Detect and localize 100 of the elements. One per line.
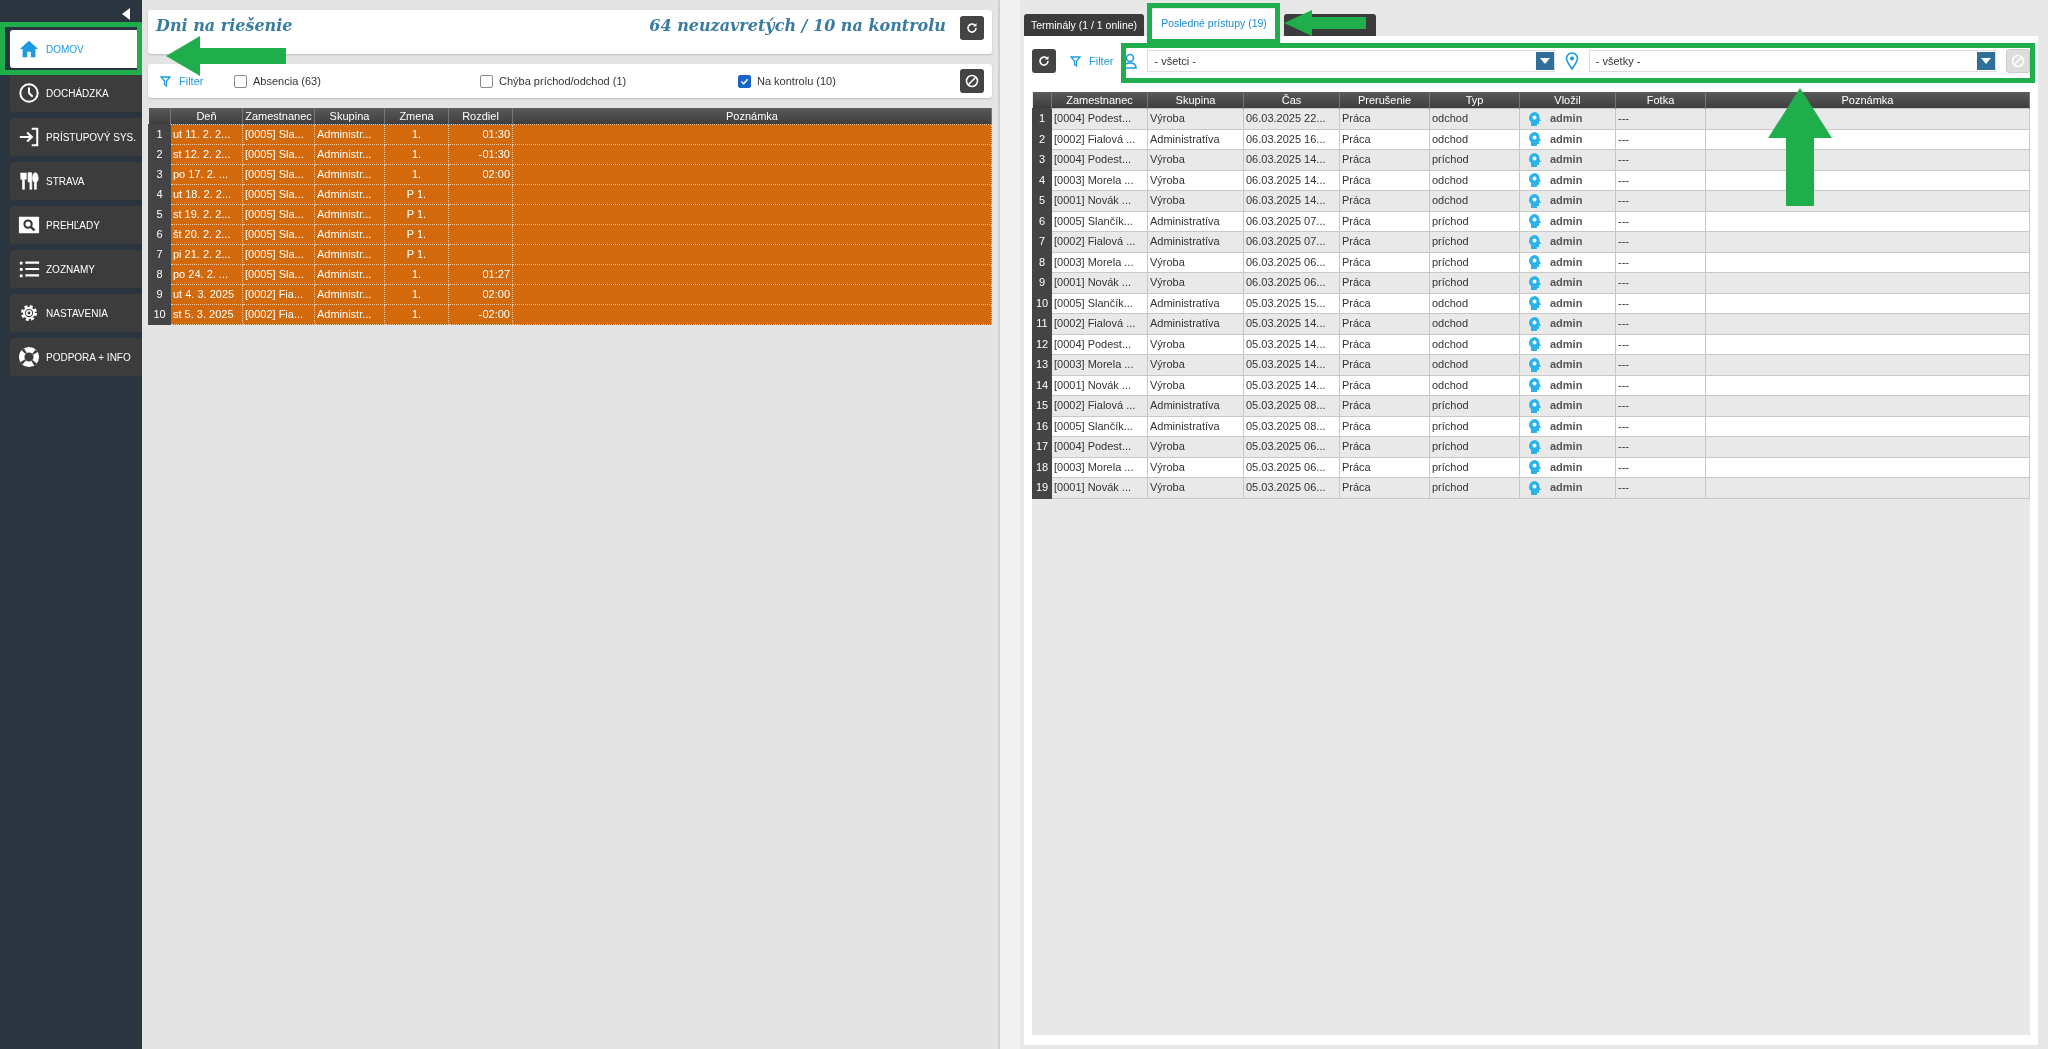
filter-label: Filter: [1089, 55, 1114, 67]
head-icon: [1528, 151, 1542, 168]
table-cell: admin: [1522, 192, 1613, 210]
table-cell: Práca: [1339, 108, 1430, 129]
row-number: 8: [155, 267, 164, 281]
checkbox[interactable]: [738, 74, 751, 88]
table-cell: admin: [1522, 294, 1613, 312]
sidebar-item[interactable]: DOCHÁDZKA: [10, 74, 142, 112]
tab[interactable]: Posledné prístupy (19): [1152, 9, 1276, 36]
checkbox[interactable]: [480, 74, 493, 88]
table-cell: admin: [1522, 397, 1613, 415]
table-cell: admin: [1522, 274, 1613, 292]
table-cell: admin: [1522, 335, 1613, 353]
table-cell: admin: [1522, 376, 1613, 394]
filter-label: Filter: [179, 75, 204, 87]
filter-icon: [1070, 55, 1081, 67]
caret-icon: [1539, 58, 1550, 64]
row-number: 9: [155, 287, 164, 301]
table-cell: odchod: [1429, 108, 1520, 129]
location-pin-icon: [1564, 52, 1579, 70]
column-header[interactable]: Vložil: [1519, 92, 1616, 109]
gear-icon: [18, 302, 40, 324]
column-header[interactable]: Čas: [1243, 92, 1340, 109]
employee-select[interactable]: - všetci -: [1147, 50, 1555, 72]
column-header[interactable]: Prerušenie: [1339, 92, 1430, 109]
refresh-button[interactable]: [960, 16, 984, 40]
table-cell: admin: [1522, 253, 1613, 271]
table-cell: admin: [1522, 438, 1613, 456]
column-header[interactable]: Fotka: [1615, 92, 1706, 109]
table-cell: admin: [1522, 110, 1613, 128]
row-number: 10: [152, 307, 167, 321]
enter-icon: [18, 126, 40, 148]
caret-icon: [1981, 58, 1991, 64]
row-number: 6: [155, 227, 164, 241]
refresh-icon: [1038, 55, 1050, 67]
summary-text: 64 neuzavretých / 10 na kontrolu: [649, 16, 946, 35]
lifebuoy-icon: [18, 346, 40, 368]
table-cell: ---: [1615, 108, 1706, 129]
column-header[interactable]: Skupina: [314, 108, 385, 125]
table-cell: admin: [1522, 151, 1613, 169]
column-header[interactable]: Zamestnanec: [242, 108, 315, 125]
clock-icon: [18, 82, 40, 104]
checkbox[interactable]: [234, 74, 247, 88]
filter-icon: [160, 75, 171, 87]
home-icon: [18, 38, 40, 60]
column-header[interactable]: Typ: [1429, 92, 1520, 109]
table-cell: [0004] Podest...: [1051, 108, 1148, 129]
row-number: 5: [155, 207, 164, 221]
prohibited-icon: [965, 74, 979, 88]
row-number: 4: [155, 187, 164, 201]
head-icon: [1528, 479, 1542, 496]
clear-filter-button[interactable]: [960, 69, 984, 93]
table-cell: admin: [1522, 458, 1613, 476]
filter-checkbox[interactable]: Na kontrolu (10): [738, 74, 960, 88]
panel-title: Dni na riešenie: [156, 16, 294, 35]
column-header[interactable]: Poznámka: [512, 108, 992, 125]
head-icon: [1528, 438, 1542, 455]
column-header[interactable]: Zmena: [384, 108, 449, 125]
check-icon: [740, 76, 749, 86]
table-cell: 06.03.2025 22...: [1243, 108, 1340, 129]
filter-checkbox[interactable]: Absencia (63): [234, 74, 480, 88]
table-cell: admin: [1522, 171, 1613, 189]
row-number: 7: [155, 247, 164, 261]
table-cell: admin: [1522, 479, 1613, 497]
tab[interactable]: Terminály (1 / 1 online): [1024, 14, 1144, 36]
list-icon: [18, 258, 40, 280]
column-header[interactable]: Zamestnanec: [1051, 92, 1148, 109]
location-select[interactable]: - všetky -: [1588, 50, 1996, 72]
table-cell: admin: [1522, 356, 1613, 374]
head-icon: [1528, 233, 1542, 250]
column-header[interactable]: Deň: [170, 108, 243, 125]
head-icon: [1528, 356, 1542, 373]
sidebar-item[interactable]: STRAVA: [10, 162, 142, 200]
sidebar-item[interactable]: PRÍSTUPOVÝ SYS.: [10, 118, 142, 156]
head-icon: [1528, 274, 1542, 291]
refresh-button[interactable]: [1032, 49, 1056, 73]
head-icon: [1528, 397, 1542, 414]
row-number: 2: [155, 147, 164, 161]
cutlery-icon: [18, 170, 40, 192]
head-icon: [1528, 315, 1542, 332]
column-header[interactable]: Skupina: [1147, 92, 1244, 109]
column-header[interactable]: Poznámka: [1705, 92, 2030, 109]
table-cell: admin: [1522, 233, 1613, 251]
head-icon: [1528, 192, 1542, 209]
refresh-icon: [966, 22, 978, 34]
filter-checkbox[interactable]: Chýba príchod/odchod (1): [480, 74, 738, 88]
table-cell: Výroba: [1147, 108, 1244, 129]
table-cell: admin: [1522, 212, 1613, 230]
column-header[interactable]: Rozdiel: [448, 108, 513, 125]
table-cell: admin: [1522, 315, 1613, 333]
sidebar-item[interactable]: ZOZNAMY: [10, 250, 142, 288]
collapse-arrow-icon[interactable]: [122, 8, 130, 20]
sidebar-item[interactable]: PREHĽADY: [10, 206, 142, 244]
sidebar-item[interactable]: NASTAVENIA: [10, 294, 142, 332]
sidebar-item[interactable]: PODPORA + INFO: [10, 338, 142, 376]
table-cell: admin: [1522, 130, 1613, 148]
prohibited-icon: [2011, 54, 2025, 68]
search-icon: [18, 214, 40, 236]
row-number: 1: [155, 127, 164, 141]
person-icon: [1123, 53, 1138, 69]
